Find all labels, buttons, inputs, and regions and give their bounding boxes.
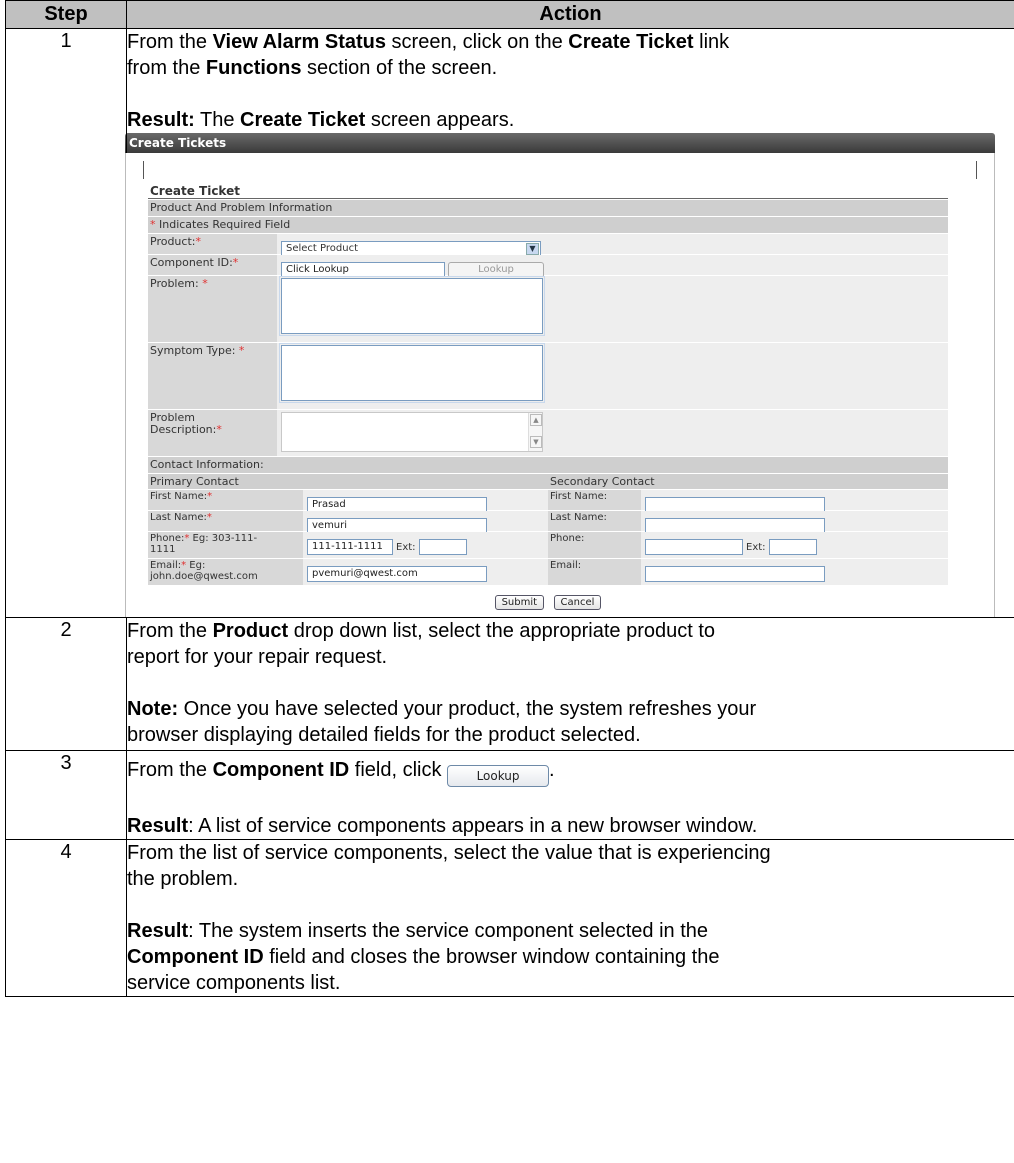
chevron-down-icon[interactable]: ▼ (526, 243, 539, 255)
symptom-type-field[interactable] (279, 343, 545, 403)
result-text: Result: The Create Ticket screen appears… (127, 109, 515, 131)
product-label: Product:* (148, 234, 277, 254)
step-number: 3 (5, 750, 127, 840)
phone-label: Phone:* Eg: 303-111- 1111 (148, 532, 303, 558)
step-number: 2 (5, 617, 127, 751)
step-row-1: 1 From the View Alarm Status screen, cli… (5, 28, 1014, 618)
secondary-phone-label: Phone: (548, 532, 641, 558)
step-action: From the Product drop down list, select … (126, 617, 1014, 751)
result-text: Result: A list of service components app… (127, 815, 758, 837)
scroll-up-icon[interactable]: ▲ (530, 414, 542, 426)
first-name-label: First Name:* (148, 490, 303, 510)
note-text: Note: Once you have selected your produc… (127, 698, 757, 720)
secondary-last-name-label: Last Name: (548, 511, 641, 531)
problem-description-label: Problem Description:* (148, 410, 277, 456)
component-id-label: Component ID:* (148, 255, 277, 275)
result-text: Result: The system inserts the service c… (127, 920, 709, 942)
ext-label: Ext: (396, 542, 416, 553)
secondary-email-label: Email: (548, 559, 641, 585)
secondary-contact-heading: Secondary Contact (550, 475, 655, 488)
step-column-header: Step (5, 0, 127, 29)
ext-input[interactable] (418, 539, 467, 555)
step-row-4: 4 From the list of service components, s… (5, 839, 1014, 997)
procedure-table: Step Action 1 From the View Alarm Status… (5, 0, 1014, 997)
header-row: Step Action (5, 0, 1014, 29)
email-label: Email:* Eg: john.doe@qwest.com (148, 559, 303, 585)
required-note: * Indicates Required Field (148, 217, 948, 233)
step-row-2: 2 From the Product drop down list, selec… (5, 617, 1014, 751)
secondary-ext-label: Ext: (746, 542, 766, 553)
secondary-phone-input[interactable] (645, 539, 743, 555)
step-text: report for your repair request. (127, 646, 388, 668)
create-ticket-form: Create Ticket Product And Problem Inform… (148, 183, 948, 615)
step-text: From the list of service components, sel… (127, 842, 771, 864)
form-title: Create Ticket (148, 183, 948, 199)
symptom-type-label: Symptom Type: * (148, 343, 277, 409)
step-text: From the View Alarm Status screen, click… (127, 31, 730, 53)
scroll-down-icon[interactable]: ▼ (530, 436, 542, 448)
cancel-button[interactable]: Cancel (553, 595, 602, 610)
step-row-3: 3 From the Component ID field, click Loo… (5, 750, 1014, 840)
step-action: From the Component ID field, click Looku… (126, 750, 1014, 840)
step-text: From the Component ID field, click Looku… (127, 757, 1014, 787)
primary-contact-heading: Primary Contact (150, 475, 239, 488)
scrollbar[interactable]: ▲ ▼ (528, 413, 542, 451)
problem-description-field[interactable]: ▲ ▼ (281, 412, 543, 452)
result-text: Component ID field and closes the browse… (127, 946, 720, 968)
step-action: From the View Alarm Status screen, click… (125, 28, 1014, 618)
secondary-ext-input[interactable] (768, 539, 817, 555)
section-product-problem: Product And Problem Information (148, 200, 948, 216)
submit-button[interactable]: Submit (494, 595, 545, 610)
step-number: 4 (5, 839, 127, 997)
problem-field[interactable] (279, 276, 545, 336)
lookup-button-image: Lookup (447, 765, 550, 787)
step-text: From the Product drop down list, select … (127, 620, 716, 642)
last-name-label: Last Name:* (148, 511, 303, 531)
note-text: browser displaying detailed fields for t… (127, 724, 641, 746)
problem-label: Problem: * (148, 276, 277, 342)
section-contact: Contact Information: (148, 457, 948, 473)
step-action: From the list of service components, sel… (126, 839, 1014, 997)
create-ticket-screenshot: Create Tickets Create Ticket Product And… (125, 133, 995, 617)
step-text: from the Functions section of the screen… (127, 57, 498, 79)
result-text: service components list. (127, 972, 341, 994)
window-title: Create Tickets (125, 133, 995, 153)
step-text: the problem. (127, 868, 239, 890)
email-input[interactable]: pvemuri@qwest.com (307, 566, 487, 582)
action-column-header: Action (126, 0, 1014, 29)
window-body: Create Ticket Product And Problem Inform… (125, 153, 995, 617)
phone-input[interactable]: 111-111-1111 (307, 539, 393, 555)
step-number: 1 (5, 28, 127, 618)
secondary-email-input[interactable] (645, 566, 825, 582)
secondary-first-name-label: First Name: (548, 490, 641, 510)
